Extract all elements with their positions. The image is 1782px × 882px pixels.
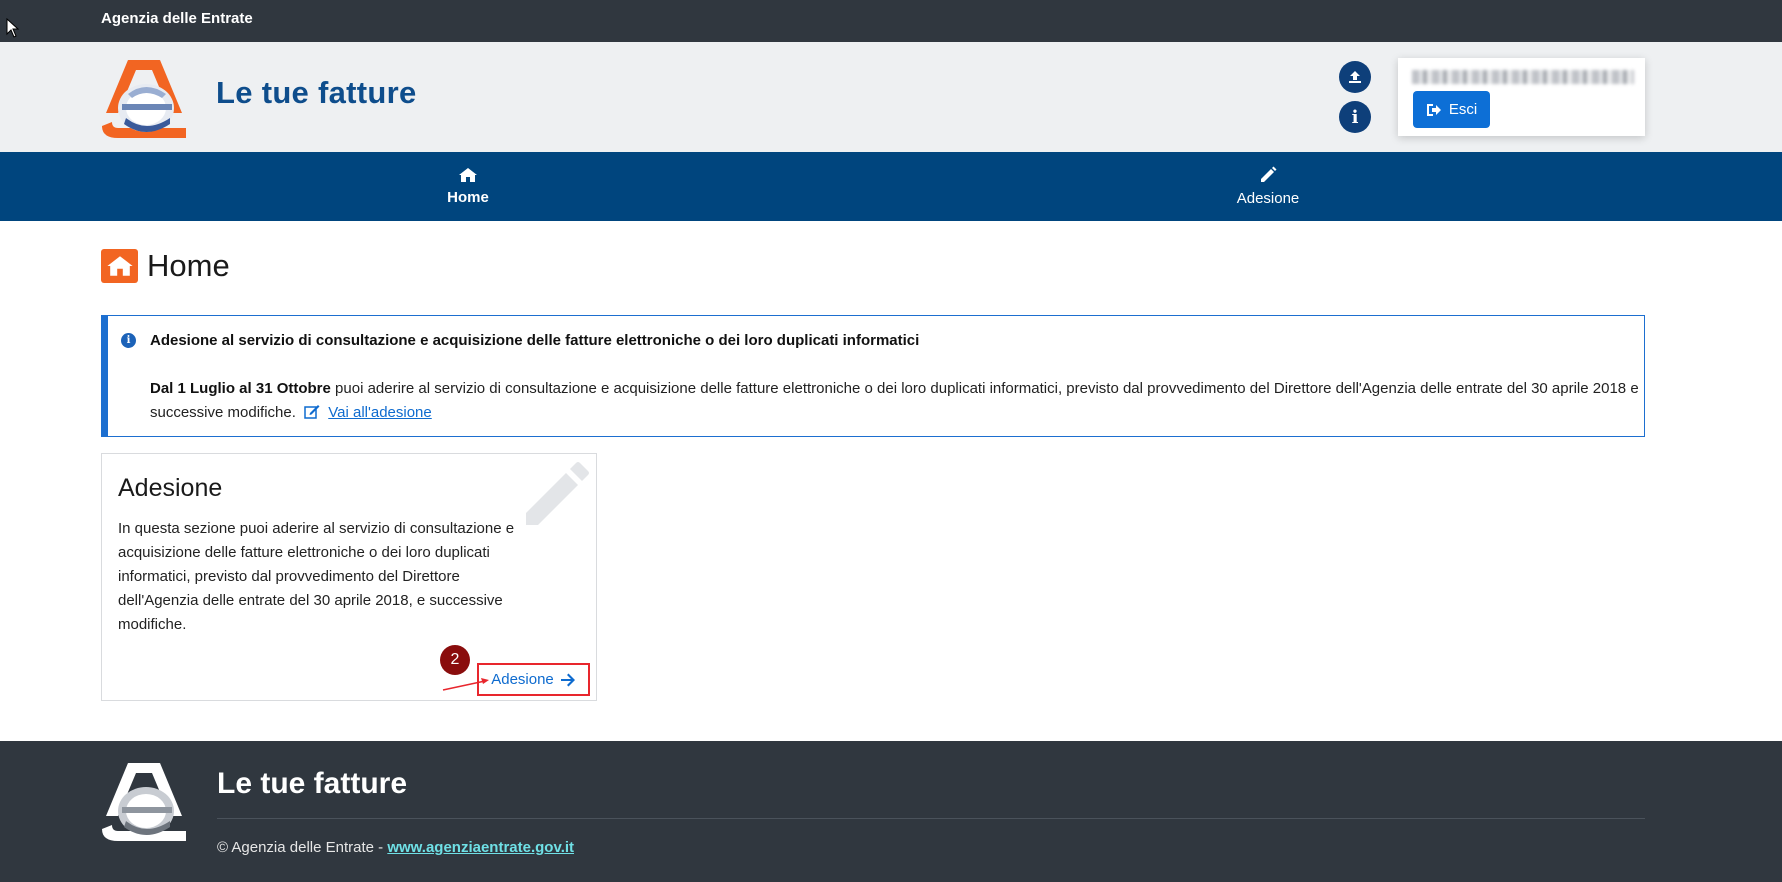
footer-divider [217,818,1645,819]
header: Le tue fatture i Esci [0,42,1782,152]
agency-website-link[interactable]: www.agenziaentrate.gov.it [387,839,574,856]
main-nav: Home Adesione [0,152,1782,221]
logout-button[interactable]: Esci [1413,91,1490,128]
nav-item-label: Home [447,189,489,206]
info-alert: i Adesione al servizio di consultazione … [101,315,1645,437]
agency-name: Agenzia delle Entrate [101,10,253,27]
nav-item-label: Adesione [1236,190,1300,207]
alert-body: Dal 1 Luglio al 31 Ottobre puoi aderire … [150,377,1640,425]
agenzia-logo [102,763,186,841]
user-panel: Esci [1398,58,1645,136]
pencil-icon [526,462,589,525]
page-title-text: Home [147,248,230,283]
upload-icon [1349,71,1361,83]
annotation-arrow-icon [442,678,489,691]
info-button[interactable]: i [1339,101,1371,133]
copyright-text: © Agenzia delle Entrate - [217,839,388,856]
alert-title: Adesione al servizio di consultazione e … [150,332,920,349]
home-icon [101,249,138,283]
arrow-right-icon [560,673,575,686]
logout-label: Esci [1448,101,1478,118]
user-name-redacted [1412,70,1634,84]
sign-out-icon [1426,103,1441,116]
edit-icon [304,405,320,419]
mouse-cursor-icon [6,18,20,38]
top-bar: Agenzia delle Entrate [0,0,1782,42]
join-link[interactable]: Vai all'adesione [328,404,432,421]
footer-title: Le tue fatture [217,767,408,800]
card-description: In questa sezione puoi aderire al serviz… [118,520,515,633]
step-badge: 2 [440,645,470,675]
app-title: Le tue fatture [216,75,417,110]
adesione-link[interactable]: Adesione [477,663,590,696]
nav-item-home[interactable]: Home [368,152,568,221]
info-icon: i [121,333,136,348]
upload-button[interactable] [1339,61,1371,93]
nav-item-adesione[interactable]: Adesione [1168,152,1368,221]
info-icon: i [1351,106,1359,128]
footer-copyright: © Agenzia delle Entrate - www.agenziaent… [217,839,574,856]
card-title: Adesione [118,474,223,502]
card-link-label: Adesione [491,671,554,688]
pencil-icon [1261,166,1277,182]
home-icon [459,168,477,182]
adesione-card: Adesione In questa sezione puoi aderire … [101,453,597,701]
alert-date-range: Dal 1 Luglio al 31 Ottobre [150,380,331,397]
page-title: Home [101,248,230,284]
footer: Le tue fatture © Agenzia delle Entrate -… [0,741,1782,882]
agenzia-logo[interactable] [98,58,190,140]
